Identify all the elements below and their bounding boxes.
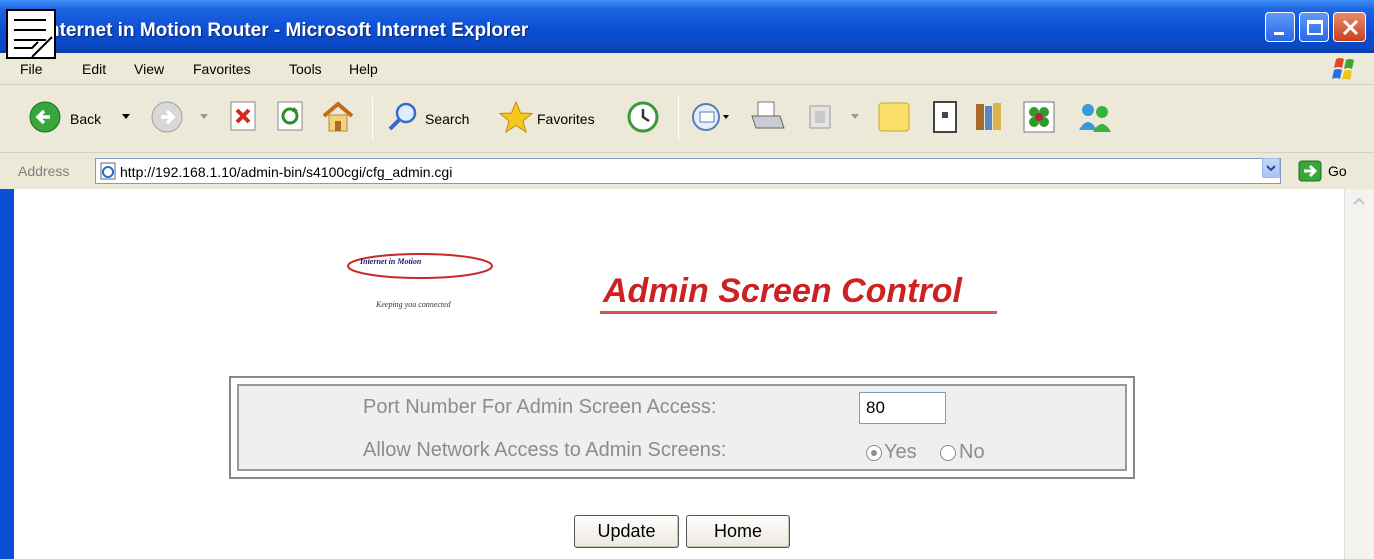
go-arrow-icon[interactable]: [1298, 160, 1322, 182]
favorites-icon[interactable]: [497, 100, 535, 134]
go-button[interactable]: Go: [1328, 163, 1347, 179]
port-number-label: Port Number For Admin Screen Access:: [363, 396, 717, 418]
search-label[interactable]: Search: [425, 111, 469, 127]
research-icon[interactable]: [930, 100, 960, 134]
logo-tagline: Keeping you connected: [376, 300, 451, 309]
media-icon[interactable]: [972, 100, 1006, 134]
no-label[interactable]: No: [959, 441, 985, 464]
forward-dropdown-icon[interactable]: [199, 113, 209, 121]
discuss-icon[interactable]: [876, 100, 912, 134]
logo-text: Internet in Motion: [360, 257, 422, 266]
yes-radio[interactable]: [866, 445, 882, 461]
home-icon[interactable]: [320, 100, 356, 134]
toolbar: Back Search Favorites: [0, 85, 1374, 153]
update-button[interactable]: Update: [574, 515, 679, 548]
menu-edit[interactable]: Edit: [82, 61, 106, 77]
address-input[interactable]: http://192.168.1.10/admin-bin/s4100cgi/c…: [95, 158, 1281, 184]
port-number-input[interactable]: [859, 392, 946, 424]
close-button[interactable]: [1333, 12, 1366, 42]
back-label[interactable]: Back: [70, 111, 101, 127]
maximize-icon: [1307, 20, 1323, 35]
page-content: [14, 189, 1344, 559]
page-title: Admin Screen Control: [603, 272, 962, 310]
back-dropdown-icon[interactable]: [121, 113, 131, 121]
stop-icon[interactable]: [229, 100, 259, 132]
title-underline: [600, 311, 997, 314]
menu-tools[interactable]: Tools: [289, 61, 322, 77]
ie-page-icon: [100, 162, 116, 180]
radio-selected-dot: [871, 450, 877, 456]
system-menu-button[interactable]: [6, 9, 56, 59]
menu-view[interactable]: View: [134, 61, 164, 77]
history-icon[interactable]: [626, 100, 660, 134]
document-icon: [14, 19, 53, 57]
address-url: http://192.168.1.10/admin-bin/s4100cgi/c…: [120, 164, 453, 180]
window-frame-left: [0, 189, 14, 559]
maximize-button[interactable]: [1299, 12, 1329, 42]
back-icon[interactable]: [28, 100, 62, 134]
menu-help[interactable]: Help: [349, 61, 378, 77]
forward-icon[interactable]: [150, 100, 184, 134]
chevron-down-icon: [1266, 165, 1276, 172]
scroll-up-icon[interactable]: [1351, 195, 1367, 207]
home-button[interactable]: Home: [686, 515, 790, 548]
mail-icon[interactable]: [690, 100, 730, 134]
yes-label[interactable]: Yes: [884, 441, 917, 464]
print-icon[interactable]: [748, 100, 786, 134]
settings-panel: [229, 376, 1135, 479]
close-icon: [1342, 19, 1359, 36]
toolbar-separator: [678, 97, 679, 141]
no-radio[interactable]: [940, 445, 956, 461]
refresh-icon[interactable]: [276, 100, 306, 132]
minimize-button[interactable]: [1265, 12, 1295, 42]
edit-icon[interactable]: [806, 100, 834, 134]
toolbar-separator: [372, 97, 373, 141]
edit-dropdown-icon[interactable]: [850, 113, 860, 121]
address-bar: Address http://192.168.1.10/admin-bin/s4…: [0, 153, 1374, 189]
menu-bar: File Edit View Favorites Tools Help: [0, 53, 1374, 85]
users-icon[interactable]: [1076, 100, 1116, 134]
window-title: nternet in Motion Router - Microsoft Int…: [48, 20, 529, 41]
vertical-scrollbar[interactable]: [1344, 189, 1374, 559]
company-logo: Internet in Motion Keeping you connected: [344, 246, 494, 316]
favorites-label[interactable]: Favorites: [537, 111, 595, 127]
menu-file[interactable]: File: [20, 61, 43, 77]
logo-swoosh-icon: [347, 253, 493, 279]
title-bar: nternet in Motion Router - Microsoft Int…: [0, 0, 1374, 53]
windows-logo-icon: [1332, 58, 1354, 80]
address-dropdown-button[interactable]: [1262, 158, 1280, 178]
minimize-icon: [1274, 32, 1284, 35]
messenger-icon[interactable]: [1022, 100, 1056, 134]
search-icon[interactable]: [386, 100, 420, 134]
network-access-label: Allow Network Access to Admin Screens:: [363, 439, 727, 461]
address-label: Address: [18, 163, 70, 179]
menu-favorites[interactable]: Favorites: [193, 61, 251, 77]
